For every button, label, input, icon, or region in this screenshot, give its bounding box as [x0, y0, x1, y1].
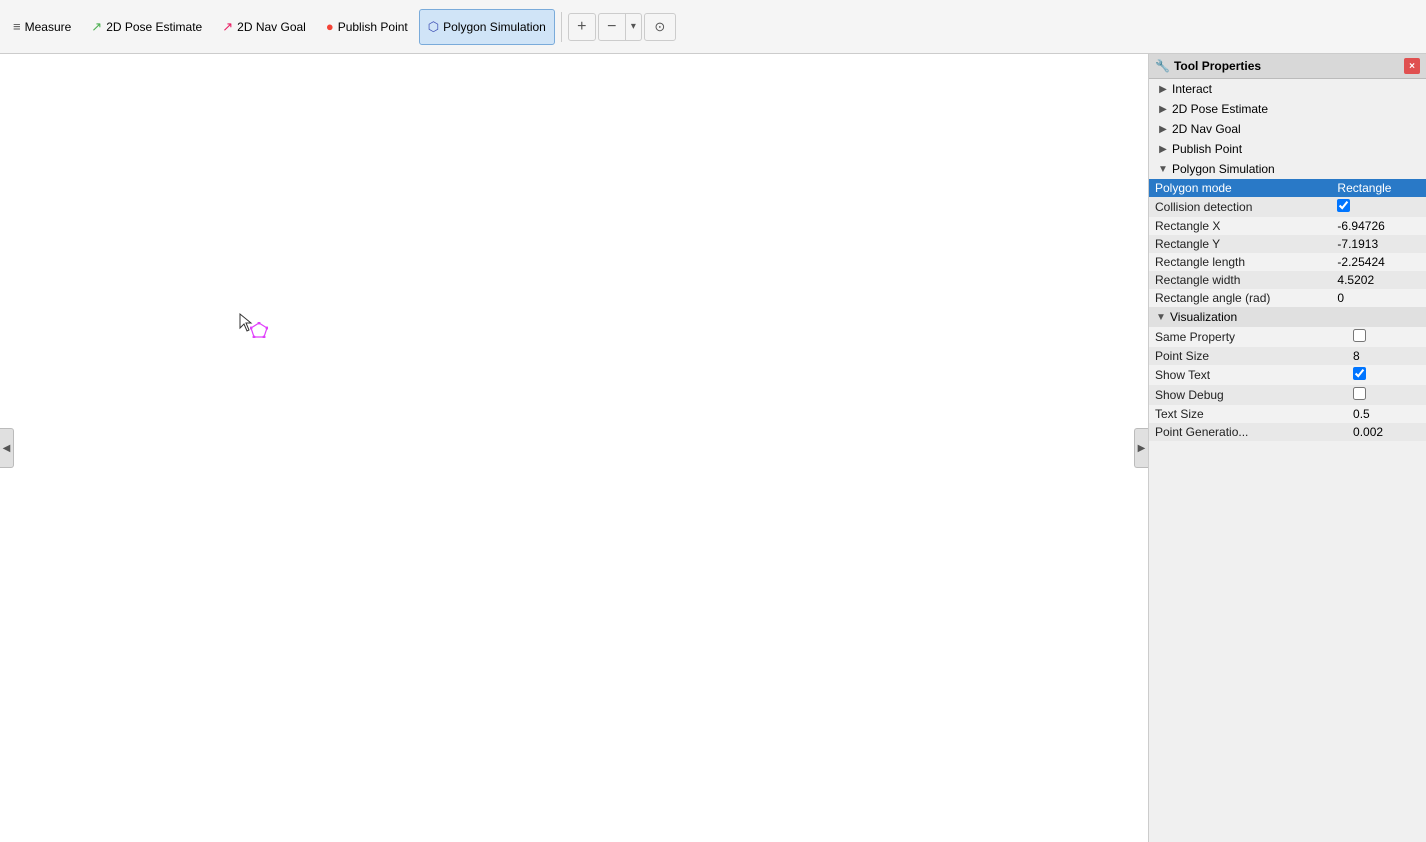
- show-text-checkbox[interactable]: [1353, 367, 1366, 380]
- prop-name-show-text: Show Text: [1149, 365, 1347, 385]
- tree-arrow-pose-estimate: ▶: [1157, 103, 1169, 115]
- cursor-indicator: [238, 312, 256, 339]
- prop-row-collision[interactable]: Collision detection: [1149, 197, 1426, 217]
- tool-pose-estimate-label: 2D Pose Estimate: [106, 20, 202, 34]
- nav-goal-icon: ↗: [222, 19, 233, 35]
- prop-value-rect-y: -7.1913: [1331, 235, 1426, 253]
- prop-name-rect-width: Rectangle width: [1149, 271, 1331, 289]
- prop-row-text-size[interactable]: Text Size 0.5: [1149, 405, 1426, 423]
- prop-value-collision: [1331, 197, 1426, 217]
- tree-arrow-publish-point: ▶: [1157, 143, 1169, 155]
- panel-title-icon: 🔧: [1155, 59, 1170, 73]
- publish-point-icon: ●: [326, 19, 334, 34]
- tree-item-nav-goal[interactable]: ▶ 2D Nav Goal: [1149, 119, 1426, 139]
- visualization-table: Same Property Point Size 8 Show Text: [1149, 327, 1426, 441]
- tree-label-pose-estimate: 2D Pose Estimate: [1172, 102, 1268, 116]
- prop-row-rect-y[interactable]: Rectangle Y -7.1913: [1149, 235, 1426, 253]
- tool-nav-goal[interactable]: ↗ 2D Nav Goal: [213, 9, 315, 45]
- tree-label-publish-point: Publish Point: [1172, 142, 1242, 156]
- prop-name-point-size: Point Size: [1149, 347, 1347, 365]
- prop-row-point-generation[interactable]: Point Generatio... 0.002: [1149, 423, 1426, 441]
- prop-name-polygon-mode: Polygon mode: [1149, 179, 1331, 197]
- zoom-fit-button[interactable]: ⊙: [644, 13, 676, 41]
- tool-polygon-sim[interactable]: ⬡ Polygon Simulation: [419, 9, 555, 45]
- tool-nav-goal-label: 2D Nav Goal: [237, 20, 306, 34]
- prop-value-point-generation: 0.002: [1347, 423, 1426, 441]
- toolbar: ≡ Measure ↗ 2D Pose Estimate ↗ 2D Nav Go…: [0, 0, 1426, 54]
- panel-close-button[interactable]: ×: [1404, 58, 1420, 74]
- polygon-sim-icon: ⬡: [428, 19, 439, 35]
- measure-icon: ≡: [13, 19, 21, 34]
- tree-item-pose-estimate[interactable]: ▶ 2D Pose Estimate: [1149, 99, 1426, 119]
- main-area: ◀ ▶ 🔧 Tool Properties ×: [0, 54, 1426, 842]
- zoom-dropdown-button[interactable]: ▾: [626, 13, 642, 41]
- prop-value-rect-length: -2.25424: [1331, 253, 1426, 271]
- prop-name-rect-length: Rectangle length: [1149, 253, 1331, 271]
- tree-item-publish-point[interactable]: ▶ Publish Point: [1149, 139, 1426, 159]
- zoom-plus-button[interactable]: +: [568, 13, 596, 41]
- visualization-section-header[interactable]: ▼ Visualization: [1149, 307, 1426, 327]
- visualization-arrow: ▼: [1155, 311, 1167, 323]
- left-panel-handle[interactable]: ◀: [0, 428, 14, 468]
- tree-label-polygon-sim: Polygon Simulation: [1172, 162, 1275, 176]
- prop-row-rect-angle[interactable]: Rectangle angle (rad) 0: [1149, 289, 1426, 307]
- zoom-minus-button[interactable]: −: [598, 13, 626, 41]
- properties-table: Polygon mode Rectangle Collision detecti…: [1149, 179, 1426, 307]
- prop-value-polygon-mode: Rectangle: [1331, 179, 1426, 197]
- tool-polygon-sim-label: Polygon Simulation: [443, 20, 546, 34]
- tree-arrow-interact: ▶: [1157, 83, 1169, 95]
- prop-value-show-text: [1347, 365, 1426, 385]
- polygon-shape: [250, 322, 266, 336]
- prop-row-rect-width[interactable]: Rectangle width 4.5202: [1149, 271, 1426, 289]
- prop-name-point-generation: Point Generatio...: [1149, 423, 1347, 441]
- prop-name-text-size: Text Size: [1149, 405, 1347, 423]
- prop-name-same-property: Same Property: [1149, 327, 1347, 347]
- same-property-checkbox[interactable]: [1353, 329, 1366, 342]
- tool-publish-point[interactable]: ● Publish Point: [317, 9, 417, 45]
- panel-header: 🔧 Tool Properties ×: [1149, 54, 1426, 79]
- panel-title: Tool Properties: [1174, 59, 1404, 73]
- prop-value-rect-width: 4.5202: [1331, 271, 1426, 289]
- tool-measure[interactable]: ≡ Measure: [4, 9, 80, 45]
- prop-value-text-size: 0.5: [1347, 405, 1426, 423]
- tree-label-interact: Interact: [1172, 82, 1212, 96]
- tool-publish-point-label: Publish Point: [338, 20, 408, 34]
- right-panel-handle[interactable]: ▶: [1134, 428, 1148, 468]
- right-panel: 🔧 Tool Properties × ▶ Interact ▶ 2D Pose…: [1148, 54, 1426, 842]
- prop-value-rect-angle: 0: [1331, 289, 1426, 307]
- tree-item-interact[interactable]: ▶ Interact: [1149, 79, 1426, 99]
- prop-value-show-debug: [1347, 385, 1426, 405]
- visualization-label: Visualization: [1170, 310, 1237, 324]
- prop-row-rect-x[interactable]: Rectangle X -6.94726: [1149, 217, 1426, 235]
- collision-checkbox[interactable]: [1337, 199, 1350, 212]
- prop-row-polygon-mode[interactable]: Polygon mode Rectangle: [1149, 179, 1426, 197]
- pose-estimate-icon: ↗: [91, 19, 102, 35]
- prop-row-show-text[interactable]: Show Text: [1149, 365, 1426, 385]
- prop-value-same-property: [1347, 327, 1426, 347]
- prop-name-show-debug: Show Debug: [1149, 385, 1347, 405]
- canvas-area[interactable]: ◀ ▶: [0, 54, 1148, 842]
- tree-label-nav-goal: 2D Nav Goal: [1172, 122, 1241, 136]
- prop-name-rect-y: Rectangle Y: [1149, 235, 1331, 253]
- show-debug-checkbox[interactable]: [1353, 387, 1366, 400]
- tree-arrow-nav-goal: ▶: [1157, 123, 1169, 135]
- prop-name-rect-x: Rectangle X: [1149, 217, 1331, 235]
- prop-value-point-size: 8: [1347, 347, 1426, 365]
- toolbar-separator: [561, 12, 562, 42]
- prop-row-same-property[interactable]: Same Property: [1149, 327, 1426, 347]
- tree-arrow-polygon-sim: ▼: [1157, 163, 1169, 175]
- prop-row-show-debug[interactable]: Show Debug: [1149, 385, 1426, 405]
- prop-row-rect-length[interactable]: Rectangle length -2.25424: [1149, 253, 1426, 271]
- prop-name-rect-angle: Rectangle angle (rad): [1149, 289, 1331, 307]
- prop-value-rect-x: -6.94726: [1331, 217, 1426, 235]
- tool-pose-estimate[interactable]: ↗ 2D Pose Estimate: [82, 9, 211, 45]
- prop-row-point-size[interactable]: Point Size 8: [1149, 347, 1426, 365]
- tree-item-polygon-sim[interactable]: ▼ Polygon Simulation: [1149, 159, 1426, 179]
- prop-name-collision: Collision detection: [1149, 197, 1331, 217]
- tool-measure-label: Measure: [25, 20, 72, 34]
